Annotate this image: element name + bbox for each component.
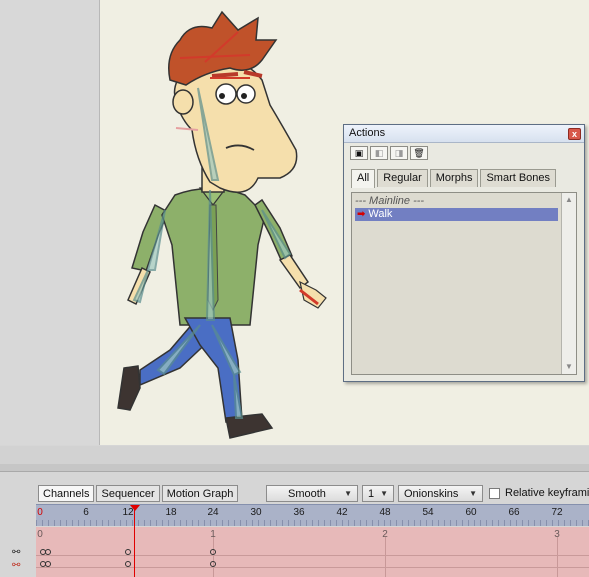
- ruler-number: 60: [465, 507, 477, 518]
- playhead[interactable]: [134, 508, 135, 577]
- actions-toolbar: ▣ ◧ ◨ 🗑: [344, 143, 584, 165]
- ruler-number: 54: [422, 507, 434, 518]
- track-marker: [385, 537, 386, 577]
- scroll-up-icon[interactable]: ▲: [562, 193, 576, 207]
- tab-channels[interactable]: Channels: [38, 485, 95, 502]
- mainline-header: --- Mainline ---: [355, 195, 425, 207]
- ruler-number: 72: [551, 507, 563, 518]
- relative-keyframing-checkbox[interactable]: [489, 488, 500, 499]
- ruler-number: 24: [207, 507, 219, 518]
- ruler-ticks: [36, 520, 589, 526]
- timeline-ruler[interactable]: 0 6 12 18 24 30 36 42 48 54 60 66 72: [36, 504, 589, 526]
- delete-action-icon[interactable]: 🗑: [410, 146, 428, 160]
- copy-action-icon[interactable]: ◨: [390, 146, 408, 160]
- timeline-tabs: Channels Sequencer Motion Graph: [38, 485, 239, 502]
- bone-channel-icon[interactable]: ⚯: [12, 548, 20, 558]
- timeline-panel: Channels Sequencer Motion Graph Smooth ▼…: [0, 473, 589, 577]
- tab-sequencer[interactable]: Sequencer: [96, 485, 160, 502]
- actions-tabs: All Regular Morphs Smart Bones: [344, 165, 584, 188]
- ruler-number: 36: [293, 507, 305, 518]
- onionskins-dropdown[interactable]: Onionskins ▼: [398, 485, 483, 502]
- tab-smart-bones[interactable]: Smart Bones: [480, 169, 557, 187]
- chevron-down-icon: ▼: [469, 489, 477, 498]
- keyframe[interactable]: [45, 549, 51, 555]
- front-hand: [299, 280, 327, 309]
- track-divider: [36, 555, 589, 556]
- frame-step-dropdown[interactable]: 1 ▼: [362, 485, 394, 502]
- back-shoe: [117, 365, 141, 411]
- keyframe[interactable]: [210, 561, 216, 567]
- ruler-number: 66: [508, 507, 520, 518]
- actions-window[interactable]: Actions x ▣ ◧ ◨ 🗑 All Regular Morphs Sma…: [343, 124, 585, 382]
- channel-tracks[interactable]: 0 1 2 3: [36, 527, 589, 577]
- interpolation-dropdown[interactable]: Smooth ▼: [266, 485, 358, 502]
- new-action-icon[interactable]: ▣: [350, 146, 368, 160]
- front-forearm: [278, 254, 310, 290]
- tab-motion-graph[interactable]: Motion Graph: [161, 485, 239, 502]
- keyframe[interactable]: [125, 549, 131, 555]
- scroll-down-icon[interactable]: ▼: [562, 360, 576, 374]
- duplicate-action-icon[interactable]: ◧: [370, 146, 388, 160]
- close-icon[interactable]: x: [568, 128, 581, 140]
- actions-scrollbar[interactable]: ▲ ▼: [561, 193, 576, 374]
- track-marker: [557, 537, 558, 577]
- panel-splitter[interactable]: [0, 464, 589, 472]
- panel-gap: [0, 446, 589, 464]
- keyframe[interactable]: [210, 549, 216, 555]
- ruler-number: 6: [83, 507, 89, 518]
- ruler-number: 48: [379, 507, 391, 518]
- ruler-number: 0: [37, 507, 43, 518]
- track-divider: [36, 567, 589, 568]
- chevron-down-icon: ▼: [380, 489, 388, 498]
- relative-keyframing-label: Relative keyframin: [505, 487, 589, 499]
- ruler-number: 18: [165, 507, 177, 518]
- track-frame-label: 0: [37, 529, 43, 540]
- actions-list[interactable]: --- Mainline --- ➡ Walk ▲ ▼: [351, 192, 577, 375]
- actions-titlebar[interactable]: Actions x: [344, 125, 584, 143]
- bone-channel-selected-icon[interactable]: ⚯: [12, 561, 20, 571]
- front-shoe: [225, 413, 274, 439]
- ear: [172, 89, 194, 115]
- active-action-arrow-icon: ➡: [357, 209, 366, 220]
- tab-morphs[interactable]: Morphs: [429, 169, 479, 187]
- ruler-number: 30: [250, 507, 262, 518]
- left-eye: [215, 83, 237, 105]
- actions-title: Actions: [349, 127, 386, 139]
- playhead-handle[interactable]: [130, 505, 140, 511]
- list-item-walk[interactable]: ➡ Walk: [355, 208, 558, 221]
- keyframe[interactable]: [125, 561, 131, 567]
- chevron-down-icon: ▼: [344, 489, 352, 498]
- list-item-label: Walk: [368, 208, 393, 220]
- tab-regular[interactable]: Regular: [377, 169, 428, 187]
- tab-all[interactable]: All: [351, 169, 376, 188]
- ruler-number: 42: [336, 507, 348, 518]
- keyframe[interactable]: [45, 561, 51, 567]
- track-marker: [213, 537, 214, 577]
